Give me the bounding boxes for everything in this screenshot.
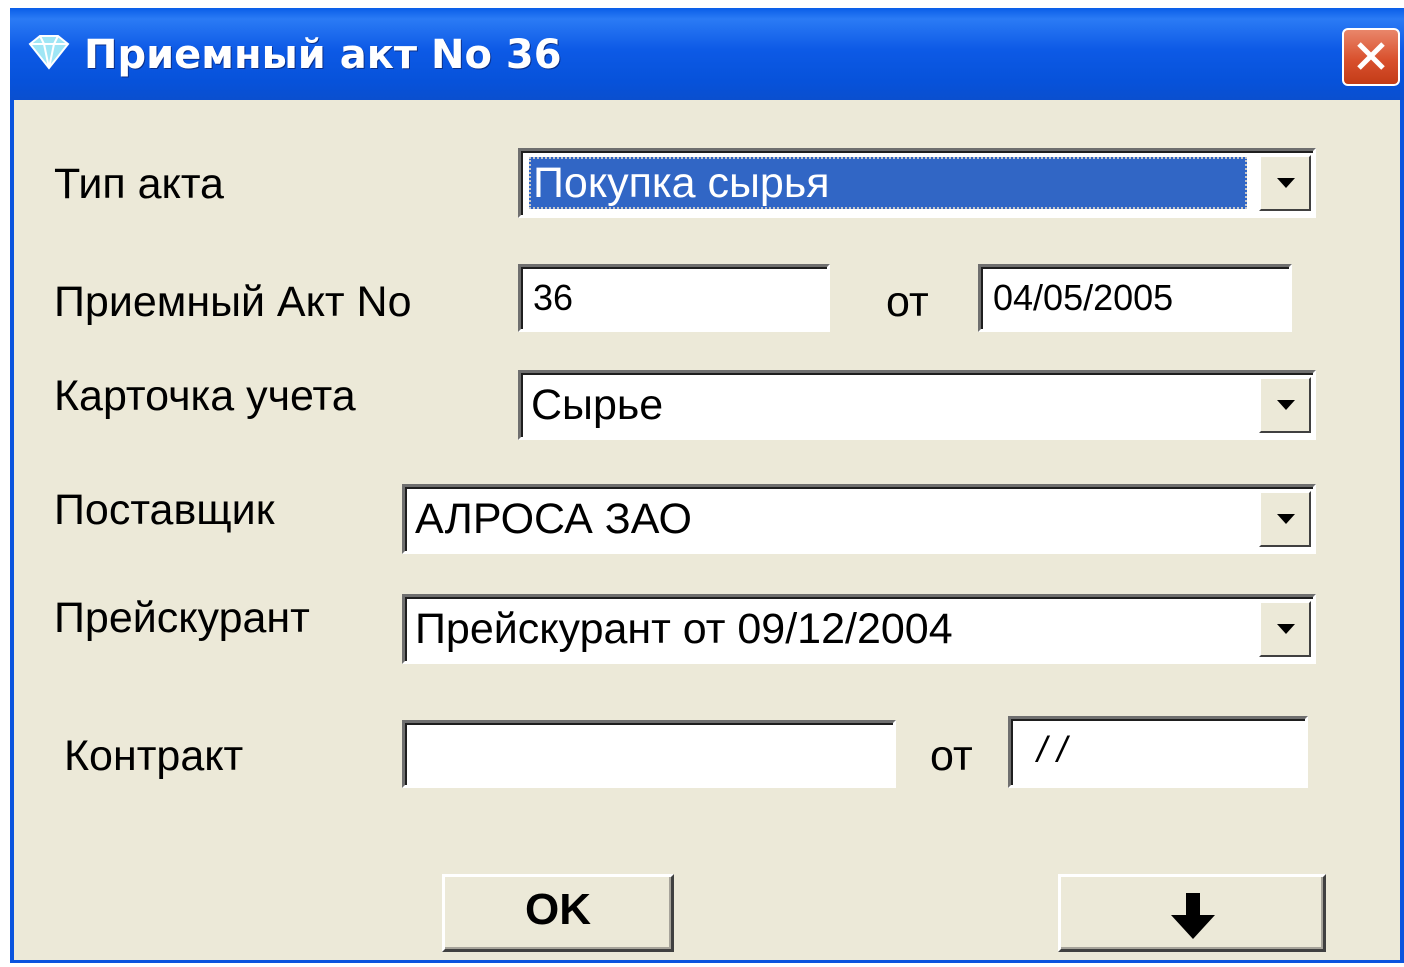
chevron-down-icon [1277, 178, 1295, 188]
down-button[interactable] [1058, 874, 1326, 952]
price-list-value: Прейскурант от 09/12/2004 [415, 605, 953, 653]
account-card-value: Сырье [531, 381, 664, 429]
act-date-input[interactable]: 04/05/2005 [978, 264, 1292, 332]
dialog-body: Тип акта Покупка сырья Приемный Акт No 3… [14, 100, 1400, 960]
chevron-down-icon [1277, 514, 1295, 524]
contract-input[interactable] [402, 720, 896, 788]
supplier-value: АЛРОСА ЗАО [415, 495, 692, 543]
act-date-value: 04/05/2005 [993, 277, 1174, 318]
act-type-value: Покупка сырья [529, 157, 1247, 209]
diamond-icon [28, 35, 70, 70]
arrow-down-icon [1171, 893, 1215, 939]
supplier-select[interactable]: АЛРОСА ЗАО [402, 484, 1316, 554]
act-number-label: Приемный Акт No [54, 278, 412, 326]
contract-date-label: от [930, 732, 973, 780]
contract-date-input[interactable]: / / [1008, 716, 1308, 788]
contract-label: Контракт [64, 732, 244, 780]
price-list-select[interactable]: Прейскурант от 09/12/2004 [402, 594, 1316, 664]
chevron-down-icon [1277, 400, 1295, 410]
supplier-label: Поставщик [54, 486, 275, 534]
close-button[interactable] [1342, 28, 1400, 86]
price-list-label: Прейскурант [54, 594, 310, 642]
act-date-label: от [886, 278, 929, 326]
account-card-label: Карточка учета [54, 372, 356, 420]
title-bar[interactable]: Приемный акт No 36 [10, 8, 1404, 100]
ok-button-label: OK [525, 885, 591, 934]
act-type-dropdown-button[interactable] [1259, 155, 1311, 211]
close-icon [1357, 42, 1385, 70]
window-title: Приемный акт No 36 [84, 32, 562, 78]
contract-date-value: / / [1037, 729, 1068, 770]
ok-button[interactable]: OK [442, 874, 674, 952]
supplier-dropdown-button[interactable] [1259, 491, 1311, 547]
dialog-window: Приемный акт No 36 Тип акта Покупка сырь… [10, 8, 1404, 963]
chevron-down-icon [1277, 624, 1295, 634]
act-type-select[interactable]: Покупка сырья [518, 148, 1316, 218]
account-card-select[interactable]: Сырье [518, 370, 1316, 440]
act-number-value: 36 [533, 277, 574, 318]
act-type-label: Тип акта [54, 160, 224, 208]
act-number-input[interactable]: 36 [518, 264, 830, 332]
account-card-dropdown-button[interactable] [1259, 377, 1311, 433]
price-list-dropdown-button[interactable] [1259, 601, 1311, 657]
